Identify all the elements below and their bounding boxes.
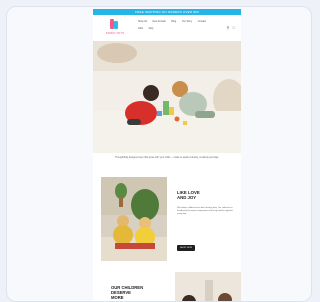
logo-mark: [110, 19, 118, 29]
hero-illustration: [93, 41, 241, 153]
nav-item-gifts[interactable]: Gifts: [138, 27, 143, 31]
nav-item-our-story[interactable]: Our Story: [182, 20, 192, 24]
section1-illustration: [101, 177, 167, 261]
website-preview: FREE SHIPPING ON ORDERS OVER $50 KIDDO T…: [93, 9, 241, 301]
section1-title: LIKE LOVE AND JOY: [177, 190, 200, 201]
brand-name: KIDDO TOYS: [105, 31, 125, 35]
section2-image: [175, 272, 241, 301]
section2-title: OUR CHILDREN DESERVE MORE: [111, 285, 144, 300]
main-nav: Shop All New Arrivals Blog Our Story Con…: [138, 20, 224, 31]
nav-item-contact[interactable]: Contact: [198, 20, 206, 24]
section1-image: [101, 177, 167, 261]
nav-item-blog[interactable]: Blog: [171, 20, 176, 24]
preview-card: FREE SHIPPING ON ORDERS OVER $50 KIDDO T…: [6, 6, 312, 302]
search-icon[interactable]: ⚲: [227, 25, 230, 30]
header-icons: ⚲ □: [225, 25, 235, 30]
shop-now-button[interactable]: SHOP NOW: [177, 245, 195, 251]
hero-image: [93, 41, 241, 153]
intro-text: Thoughtfully designed toys that grow wit…: [115, 156, 219, 159]
brand-logo[interactable]: KIDDO TOYS: [103, 19, 125, 37]
cart-icon[interactable]: □: [233, 25, 235, 30]
nav-item-new-arrivals[interactable]: New Arrivals: [152, 20, 165, 24]
nav-item-faq[interactable]: FAQ: [149, 27, 154, 31]
section1-body: We believe children learn best through p…: [177, 207, 233, 216]
site-header: KIDDO TOYS Shop All New Arrivals Blog Ou…: [93, 15, 241, 41]
nav-item-shop-all[interactable]: Shop All: [138, 20, 147, 24]
section2-illustration: [175, 272, 241, 301]
